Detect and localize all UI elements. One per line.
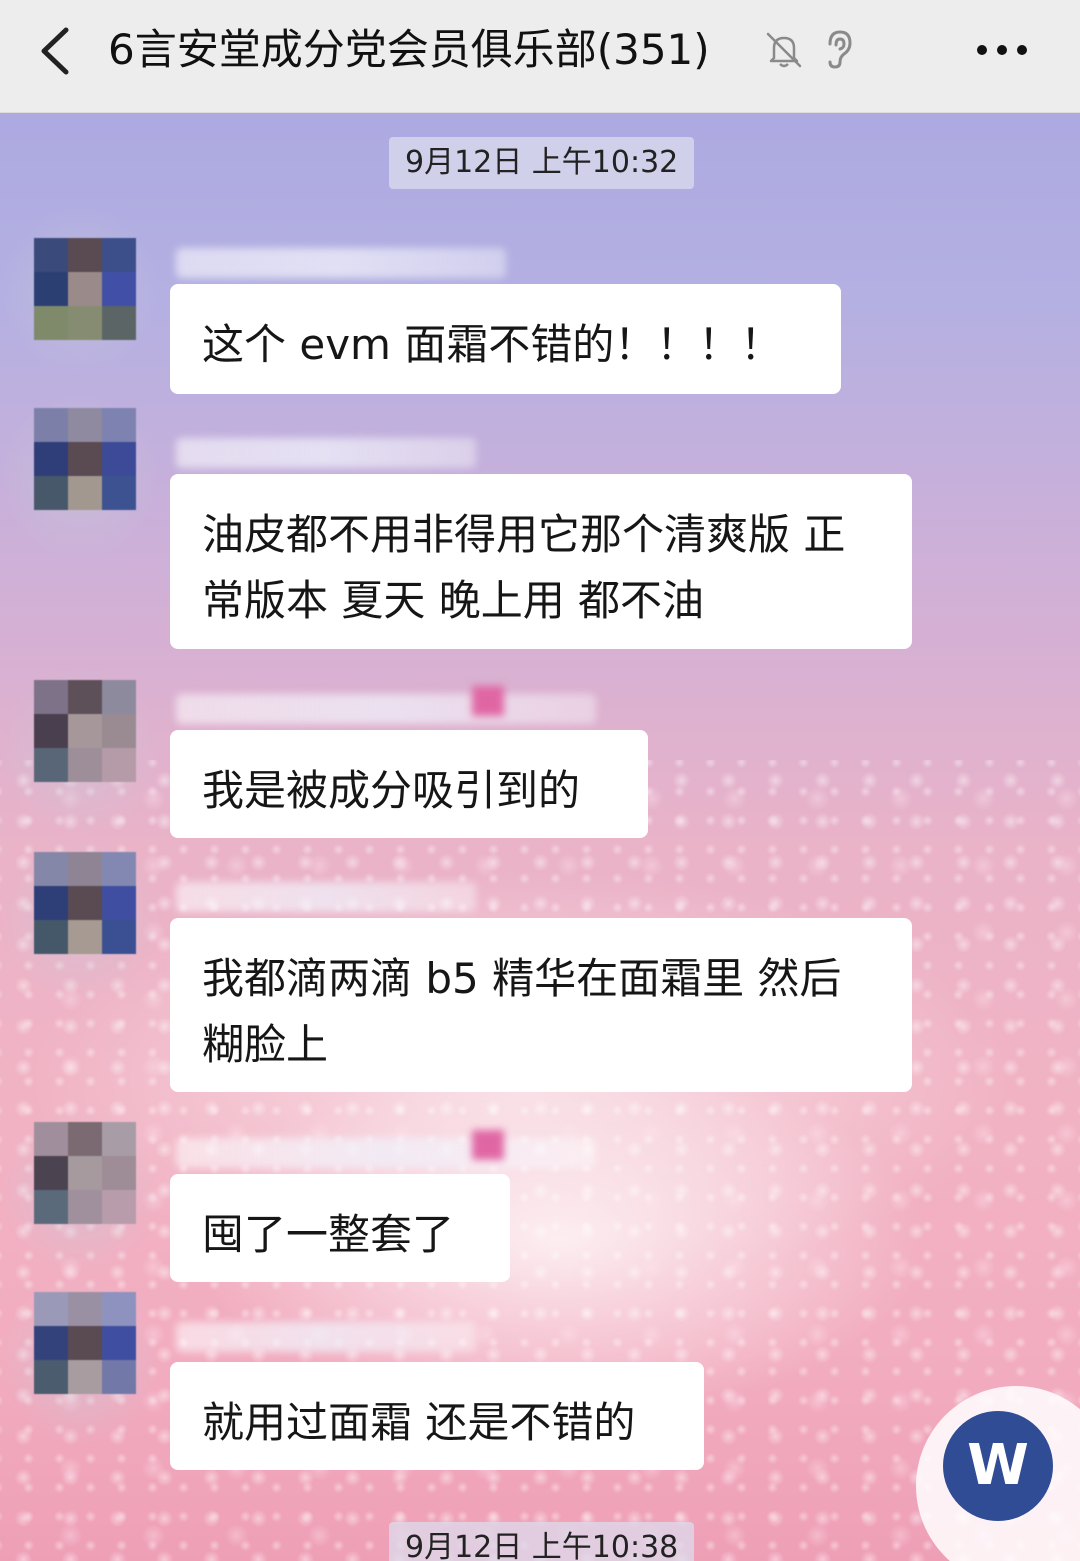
sender-name-blurred — [176, 1322, 476, 1352]
timestamp: 9月12日 上午10:38 — [389, 1522, 695, 1561]
more-icon[interactable] — [972, 32, 1032, 68]
avatar[interactable] — [34, 1122, 136, 1224]
message-bubble[interactable]: 这个 evm 面霜不错的！！！！ — [170, 284, 841, 394]
avatar[interactable] — [34, 1292, 136, 1394]
message-bubble[interactable]: 囤了一整套了 — [170, 1174, 510, 1282]
sender-name-blurred — [176, 1130, 596, 1168]
avatar[interactable] — [34, 238, 136, 340]
sender-name-blurred — [176, 686, 596, 724]
chat-header: 6言安堂成分党会员俱乐部(351) — [0, 0, 1080, 113]
message-bubble[interactable]: 我是被成分吸引到的 — [170, 730, 648, 838]
floating-w-button[interactable]: W — [943, 1411, 1053, 1521]
avatar[interactable] — [34, 408, 136, 510]
back-icon[interactable] — [34, 26, 78, 76]
sender-name-blurred — [176, 882, 476, 912]
timestamp: 9月12日 上午10:32 — [389, 137, 695, 189]
message-bubble[interactable]: 油皮都不用非得用它那个清爽版 正 常版本 夏天 晚上用 都不油 — [170, 474, 912, 649]
chat-title: 6言安堂成分党会员俱乐部(351) — [108, 25, 710, 74]
sender-name-blurred — [176, 438, 476, 468]
avatar[interactable] — [34, 680, 136, 782]
sender-name-blurred — [176, 248, 506, 278]
mute-icon — [766, 32, 802, 68]
voice-ear-icon — [828, 30, 852, 69]
message-bubble[interactable]: 我都滴两滴 b5 精华在面霜里 然后 糊脸上 — [170, 918, 912, 1092]
avatar[interactable] — [34, 852, 136, 954]
chat-screen: 6言安堂成分党会员俱乐部(351) 9月12日 上午10:32 这个 evm 面… — [0, 0, 1080, 1561]
message-bubble[interactable]: 就用过面霜 还是不错的 — [170, 1362, 704, 1470]
